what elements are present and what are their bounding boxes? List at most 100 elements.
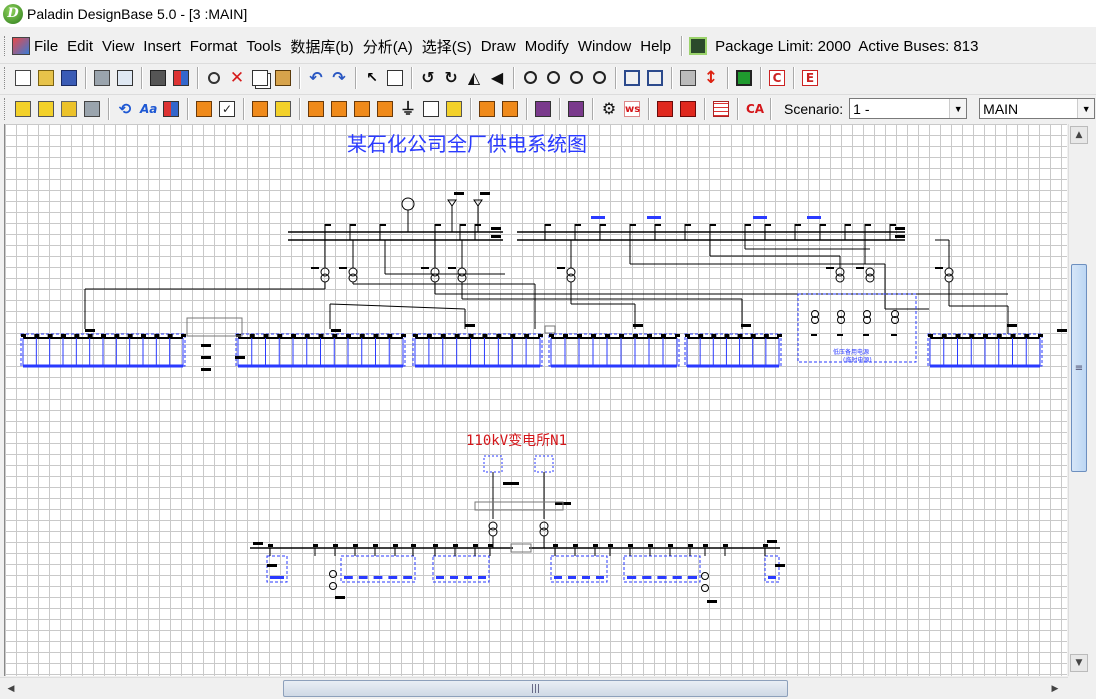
generator-symbol — [401, 197, 415, 211]
text-style-button[interactable]: Aa — [137, 98, 159, 120]
motor-start-button[interactable] — [305, 98, 327, 120]
zoom-extents-button[interactable] — [588, 67, 610, 89]
menu-modify[interactable]: Modify — [521, 38, 573, 55]
scenario-select[interactable]: 1 - ▼ — [849, 98, 968, 119]
ws-button[interactable]: ws — [621, 98, 643, 120]
horizontal-scrollbar[interactable]: ◀ ||| ▶ — [0, 677, 1068, 699]
harmonics-button[interactable] — [328, 98, 350, 120]
document-menu-icon[interactable] — [12, 37, 30, 55]
save-button[interactable] — [58, 67, 80, 89]
delete-button[interactable]: ✕ — [226, 67, 248, 89]
menu-database[interactable]: 数据库(b) — [286, 36, 357, 57]
scroll-down-button[interactable]: ▼ — [1070, 654, 1088, 672]
zoom-out-button[interactable] — [542, 67, 564, 89]
snapshot-button[interactable] — [147, 67, 169, 89]
compare-icon — [173, 69, 189, 86]
gear-button[interactable]: ⚙ — [598, 98, 620, 120]
menu-analysis[interactable]: 分析(A) — [359, 36, 417, 57]
breaker — [460, 224, 466, 226]
toolbar-grip[interactable] — [4, 66, 8, 89]
e-button[interactable]: E — [799, 67, 821, 89]
stability-button[interactable] — [476, 98, 498, 120]
lock-button[interactable] — [677, 67, 699, 89]
vertical-scroll-thumb[interactable]: ≡ — [1071, 264, 1087, 472]
cable-button[interactable] — [532, 98, 554, 120]
scroll-up-button[interactable]: ▲ — [1070, 126, 1088, 144]
substation-feeder-bar — [568, 576, 576, 579]
load-flow-button[interactable] — [249, 98, 271, 120]
ca-button[interactable]: CA — [743, 98, 765, 120]
app-window: D Paladin DesignBase 5.0 - [3 :MAIN] Fil… — [0, 0, 1096, 699]
copy-button[interactable] — [249, 67, 271, 89]
protection-button[interactable] — [374, 98, 396, 120]
short-circuit-button[interactable] — [272, 98, 294, 120]
paste-button[interactable] — [272, 67, 294, 89]
undo-button[interactable]: ↶ — [305, 67, 327, 89]
open-button[interactable] — [35, 67, 57, 89]
new-button[interactable] — [12, 67, 34, 89]
properties-button[interactable] — [384, 67, 406, 89]
vertical-scrollbar[interactable]: ▲ ≡ ▼ — [1068, 124, 1088, 676]
switchgear-breaker — [605, 334, 610, 337]
toolbar-grip[interactable] — [4, 97, 8, 120]
menu-window[interactable]: Window — [574, 38, 635, 55]
switchgear-breaker — [426, 334, 432, 337]
align-vertical-button[interactable]: ↕ — [700, 67, 722, 89]
select-layer-button[interactable] — [58, 98, 80, 120]
breaker — [380, 224, 386, 226]
switchgear-breaker — [983, 334, 988, 337]
menu-help[interactable]: Help — [636, 38, 675, 55]
cut-button[interactable] — [203, 67, 225, 89]
label-bar — [837, 334, 843, 336]
print-button[interactable] — [91, 67, 113, 89]
print-preview-button[interactable] — [114, 67, 136, 89]
zoom-in-button[interactable] — [519, 67, 541, 89]
chevron-down-icon[interactable]: ▼ — [1077, 99, 1095, 118]
compare-button[interactable] — [170, 67, 192, 89]
menu-insert[interactable]: Insert — [139, 38, 185, 55]
scroll-right-button[interactable]: ▶ — [1046, 680, 1064, 697]
rotate-right-button[interactable]: ↻ — [440, 67, 462, 89]
relay-button[interactable] — [677, 98, 699, 120]
database-button[interactable] — [81, 98, 103, 120]
drawing-canvas[interactable]: 某石化公司全厂供电系统图 110kV变电所N1 低压备用电源 (临时电源) — [4, 124, 1067, 676]
view-select[interactable]: MAIN ▼ — [979, 98, 1096, 119]
ground-button[interactable]: ⏚ — [397, 98, 419, 120]
group-button[interactable] — [621, 67, 643, 89]
select-pointer-button[interactable]: ↖ — [361, 67, 383, 89]
select-area-button[interactable] — [35, 98, 57, 120]
scroll-left-button[interactable]: ◀ — [2, 680, 20, 697]
arc-flash-button[interactable] — [351, 98, 373, 120]
table-button[interactable] — [710, 98, 732, 120]
plot-button[interactable] — [565, 98, 587, 120]
chevron-down-icon[interactable]: ▼ — [949, 99, 967, 118]
reliability-button[interactable] — [499, 98, 521, 120]
refresh-button[interactable]: ⟲ — [114, 98, 136, 120]
breaker-button[interactable] — [654, 98, 676, 120]
menu-file[interactable]: File — [30, 38, 62, 55]
flip-vertical-button[interactable]: ◀ — [486, 67, 508, 89]
run-button[interactable] — [733, 67, 755, 89]
menu-select[interactable]: 选择(S) — [418, 36, 476, 57]
c-button[interactable]: C — [766, 67, 788, 89]
pen-button[interactable] — [443, 98, 465, 120]
report-button[interactable] — [420, 98, 442, 120]
one-line-diagram[interactable] — [5, 124, 1067, 676]
redo-button[interactable]: ↷ — [328, 67, 350, 89]
menu-format[interactable]: Format — [186, 38, 242, 55]
menu-edit[interactable]: Edit — [63, 38, 97, 55]
check-button[interactable]: ✓ — [216, 98, 238, 120]
zoom-window-button[interactable] — [565, 67, 587, 89]
flip-horizontal-button[interactable]: ◭ — [463, 67, 485, 89]
rotate-left-button[interactable]: ↺ — [417, 67, 439, 89]
edit-tool-button[interactable] — [193, 98, 215, 120]
menu-draw[interactable]: Draw — [477, 38, 520, 55]
select-all-button[interactable] — [12, 98, 34, 120]
menu-tools[interactable]: Tools — [242, 38, 285, 55]
menubar-grip[interactable] — [4, 36, 8, 56]
color-blocks-button[interactable] — [160, 98, 182, 120]
ungroup-button[interactable] — [644, 67, 666, 89]
horizontal-scroll-thumb[interactable]: ||| — [283, 680, 788, 697]
command-icon[interactable] — [689, 37, 708, 55]
menu-view[interactable]: View — [98, 38, 138, 55]
